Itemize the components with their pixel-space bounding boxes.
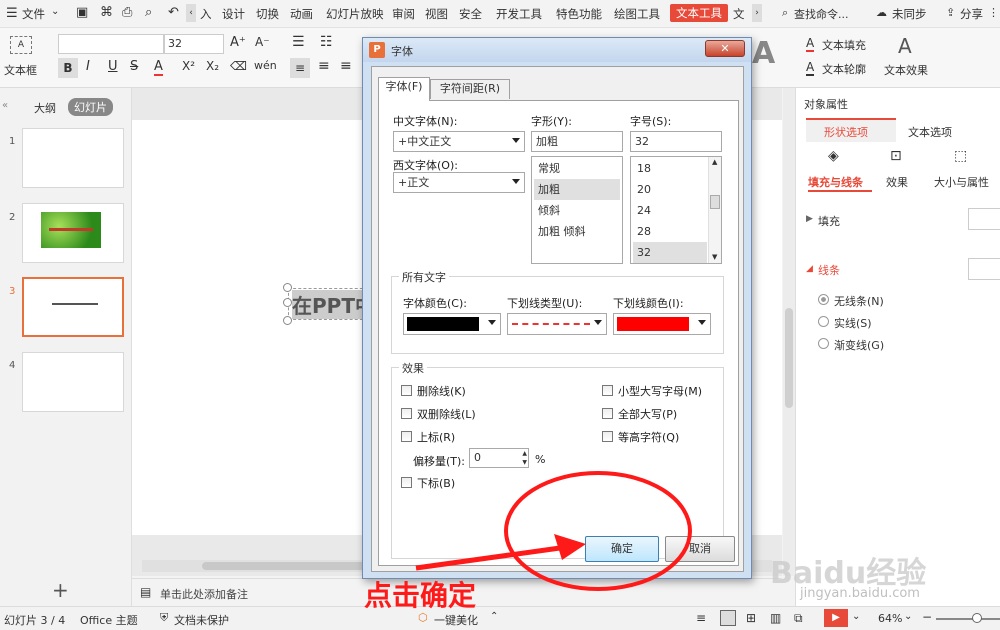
highlight-ellipse <box>504 471 692 591</box>
watermark-url: jingyan.baidu.com <box>800 586 920 601</box>
annotation-text: 点击确定 <box>364 579 477 612</box>
arrow-shaft <box>415 545 561 571</box>
tab-font-label: 字体(F) <box>385 80 423 93</box>
arrow-head <box>554 534 586 560</box>
annotation-overlay <box>415 471 692 591</box>
tab-font[interactable]: 字体(F) <box>378 77 430 101</box>
